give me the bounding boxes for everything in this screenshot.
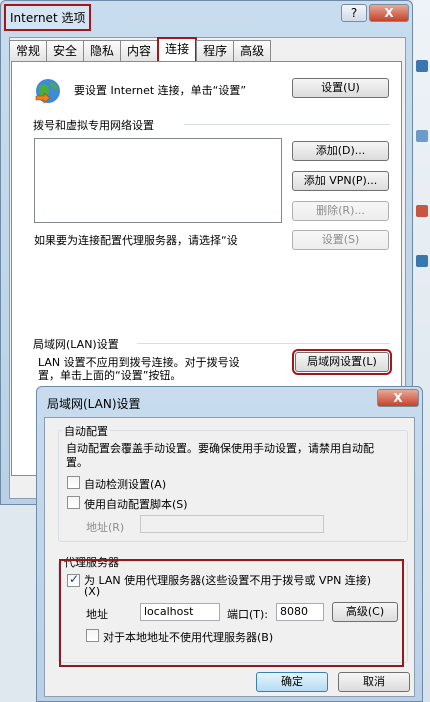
close-button[interactable]: X xyxy=(369,4,409,22)
tab-security[interactable]: 安全 xyxy=(46,40,85,61)
tab-strip: 常规 安全 隐私 内容 连接 程序 高级 xyxy=(9,37,272,62)
use-proxy-label-line2: (X) xyxy=(84,585,101,598)
dialog-title: 局域网(LAN)设置 xyxy=(47,397,141,411)
window-title: Internet 选项 xyxy=(4,4,92,31)
proxy-address-label: 地址 xyxy=(86,608,108,621)
auto-config-group-title: 自动配置 xyxy=(62,423,110,439)
divider xyxy=(184,124,390,125)
bypass-local-label: 对于本地地址不使用代理服务器(B) xyxy=(103,631,274,644)
script-address-input xyxy=(140,515,324,533)
connection-list[interactable] xyxy=(34,138,282,223)
cancel-button[interactable]: 取消 xyxy=(338,672,410,692)
setup-connection-text: 要设置 Internet 连接，单击“设置” xyxy=(74,84,247,97)
script-address-label: 地址(R) xyxy=(86,521,125,534)
add-button[interactable]: 添加(D)... xyxy=(292,141,389,161)
use-proxy-label-line1: 为 LAN 使用代理服务器(这些设置不用于拨号或 VPN 连接) xyxy=(84,574,372,587)
proxy-port-input[interactable]: 8080 xyxy=(276,603,324,621)
lan-settings-button[interactable]: 局域网设置(L) xyxy=(292,349,392,375)
auto-detect-checkbox[interactable] xyxy=(67,476,80,489)
dialup-section-title: 拨号和虚拟专用网络设置 xyxy=(33,119,154,132)
lan-settings-dialog: 局域网(LAN)设置 X 自动配置 自动配置会覆盖手动设置。要确保使用手动设置，… xyxy=(36,386,423,702)
bypass-local-checkbox[interactable] xyxy=(86,629,99,642)
title-bar[interactable]: Internet 选项 ? X xyxy=(1,1,412,31)
background-icon xyxy=(416,205,428,217)
proxy-address-input[interactable]: localhost xyxy=(140,603,220,621)
divider xyxy=(137,343,390,344)
use-proxy-checkbox[interactable] xyxy=(67,572,80,587)
tab-content[interactable]: 内容 xyxy=(120,40,159,61)
auto-script-checkbox[interactable] xyxy=(67,496,80,509)
settings-button: 设置(S) xyxy=(292,230,389,250)
help-button[interactable]: ? xyxy=(341,4,367,22)
proxy-hint-text: 如果要为连接配置代理服务器，请选择“设 xyxy=(34,234,238,247)
add-vpn-button[interactable]: 添加 VPN(P)... xyxy=(292,171,389,191)
background-icon xyxy=(416,255,428,267)
globe-network-icon xyxy=(35,79,60,104)
advanced-button[interactable]: 高级(C) xyxy=(332,602,398,622)
dialog-close-button[interactable]: X xyxy=(377,389,419,407)
setup-button[interactable]: 设置(U) xyxy=(292,78,389,98)
background-icon xyxy=(416,130,428,142)
tab-programs[interactable]: 程序 xyxy=(196,40,235,61)
tab-privacy[interactable]: 隐私 xyxy=(83,40,122,61)
dialog-client: 自动配置 自动配置会覆盖手动设置。要确保使用手动设置，请禁用自动配 置。 自动检… xyxy=(44,417,415,697)
auto-config-desc-line2: 置。 xyxy=(66,456,88,469)
auto-config-desc-line1: 自动配置会覆盖手动设置。要确保使用手动设置，请禁用自动配 xyxy=(66,442,374,455)
lan-description-line2: 置，单击上面的“设置”按钮。 xyxy=(38,369,182,382)
delete-button: 删除(R)... xyxy=(292,201,389,221)
auto-detect-label: 自动检测设置(A) xyxy=(84,478,167,491)
proxy-port-label: 端口(T): xyxy=(227,608,269,621)
auto-script-label: 使用自动配置脚本(S) xyxy=(84,498,188,511)
tab-advanced[interactable]: 高级 xyxy=(233,40,272,61)
lan-section-title: 局域网(LAN)设置 xyxy=(33,338,119,351)
background-icon xyxy=(416,60,428,72)
tab-connections[interactable]: 连接 xyxy=(157,37,198,61)
ok-button[interactable]: 确定 xyxy=(256,672,328,692)
tab-general[interactable]: 常规 xyxy=(9,40,48,61)
